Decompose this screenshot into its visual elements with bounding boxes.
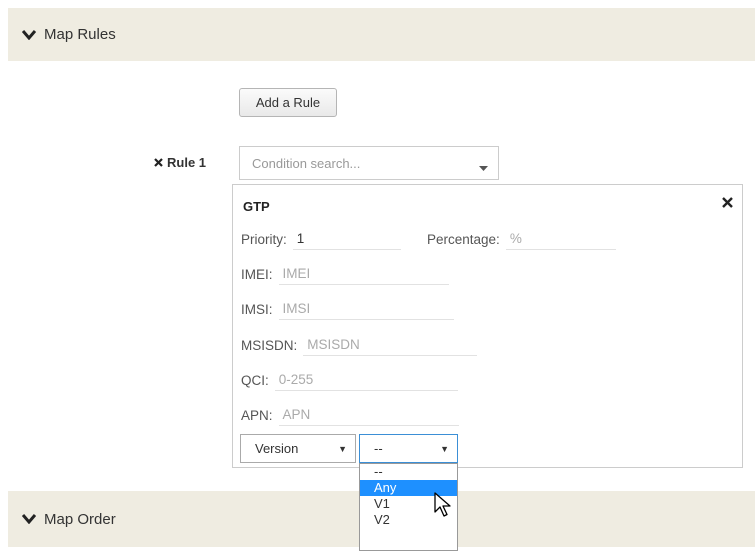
map-rules-title: Map Rules	[44, 26, 116, 43]
caret-down-icon: ▼	[338, 444, 347, 454]
priority-input[interactable]: 1	[292, 228, 401, 250]
apn-input[interactable]: APN	[278, 404, 459, 426]
msisdn-label: MSISDN:	[241, 337, 298, 353]
imei-label: IMEI:	[241, 266, 273, 282]
qci-field: QCI: 0-255	[241, 369, 458, 391]
percentage-field: Percentage: %	[427, 228, 616, 250]
percentage-label: Percentage:	[427, 231, 500, 247]
condition-search-placeholder: Condition search...	[252, 155, 361, 171]
apn-label: APN:	[241, 407, 273, 423]
percentage-input[interactable]: %	[505, 228, 616, 250]
qci-input[interactable]: 0-255	[274, 369, 458, 391]
imsi-field: IMSI: IMSI	[241, 298, 454, 320]
priority-field: Priority: 1	[241, 228, 401, 250]
dropdown-option[interactable]: --	[360, 464, 457, 480]
version-value-select[interactable]: -- ▼	[359, 434, 458, 463]
chevron-down-icon	[22, 512, 36, 526]
remove-rule-icon[interactable]	[154, 155, 163, 170]
close-icon[interactable]	[722, 195, 734, 208]
msisdn-input[interactable]: MSISDN	[303, 334, 478, 356]
imsi-label: IMSI:	[241, 301, 273, 317]
qci-label: QCI:	[241, 372, 269, 388]
imei-field: IMEI: IMEI	[241, 263, 449, 285]
gtp-title: GTP	[243, 199, 270, 214]
rule-label: Rule 1	[154, 155, 206, 170]
caret-down-icon: ▼	[440, 444, 449, 454]
version-select-value: Version	[255, 441, 299, 456]
caret-down-icon	[479, 160, 488, 175]
apn-field: APN: APN	[241, 404, 459, 426]
imsi-input[interactable]: IMSI	[278, 298, 454, 320]
rule-label-text: Rule 1	[167, 155, 207, 170]
msisdn-field: MSISDN: MSISDN	[241, 334, 478, 356]
add-rule-button[interactable]: Add a Rule	[239, 88, 337, 117]
imei-input[interactable]: IMEI	[278, 263, 449, 285]
chevron-down-icon	[22, 28, 36, 42]
version-value-select-value: --	[374, 441, 383, 456]
condition-search-select[interactable]: Condition search...	[239, 146, 499, 180]
map-rules-header[interactable]: Map Rules	[8, 8, 755, 61]
mouse-cursor-icon	[434, 492, 451, 517]
map-order-title: Map Order	[44, 510, 116, 528]
version-select[interactable]: Version ▼	[240, 434, 356, 463]
priority-label: Priority:	[241, 231, 287, 247]
